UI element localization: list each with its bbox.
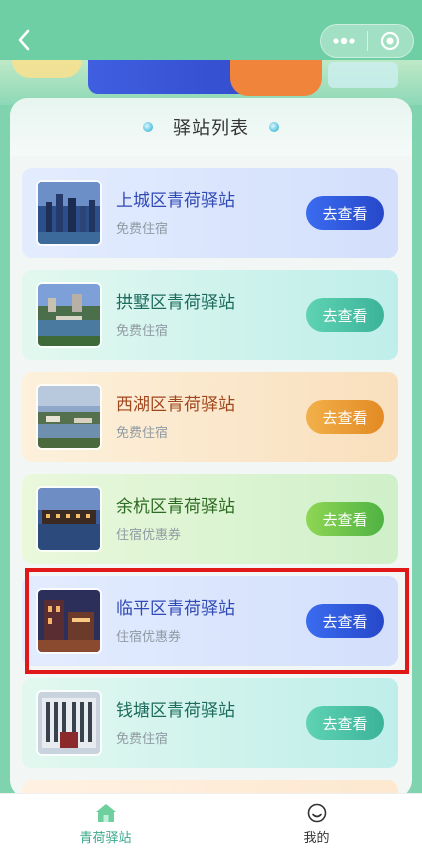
- station-info: 西湖区青荷驿站 免费住宿: [116, 394, 306, 441]
- chevron-left-icon: [18, 29, 30, 51]
- more-dots-icon: [333, 37, 355, 45]
- tab-label: 我的: [303, 831, 330, 846]
- banner-building-shape: [328, 62, 398, 88]
- station-photo: [36, 282, 102, 348]
- station-photo: [36, 588, 102, 654]
- station-name: 临平区青荷驿站: [116, 598, 235, 619]
- station-info: 拱墅区青荷驿站 免费住宿: [116, 292, 306, 339]
- station-name: 西湖区青荷驿站: [116, 394, 235, 415]
- list-item[interactable]: 西湖区青荷驿站 免费住宿 去查看: [22, 372, 398, 462]
- station-name: 钱塘区青荷驿站: [116, 700, 235, 721]
- list-item[interactable]: 余杭区青荷驿站 住宿优惠券 去查看: [22, 474, 398, 564]
- station-photo: [36, 384, 102, 450]
- tab-label: 青荷驿站: [79, 831, 132, 846]
- station-benefit: 免费住宿: [116, 425, 169, 441]
- list-item[interactable]: 上城区青荷驿站 免费住宿 去查看: [22, 168, 398, 258]
- view-button[interactable]: 去查看: [306, 400, 384, 434]
- station-photo: [36, 690, 102, 756]
- page-title: 驿站列表: [173, 118, 249, 139]
- view-button[interactable]: 去查看: [306, 706, 384, 740]
- station-info: 余杭区青荷驿站 住宿优惠券: [116, 496, 306, 543]
- tab-stations[interactable]: 青荷驿站: [0, 794, 211, 855]
- station-benefit: 免费住宿: [116, 221, 169, 237]
- station-name: 拱墅区青荷驿站: [116, 292, 235, 313]
- station-benefit: 住宿优惠券: [116, 527, 182, 543]
- station-photo: [36, 486, 102, 552]
- tab-mine[interactable]: 我的: [211, 794, 422, 855]
- station-info: 钱塘区青荷驿站 免费住宿: [116, 700, 306, 747]
- panel-header: 驿站列表: [10, 98, 412, 156]
- target-icon: [381, 31, 400, 51]
- list-item[interactable]: 临平区青荷驿站 住宿优惠券 去查看: [22, 576, 398, 666]
- bottom-tab-bar: 青荷驿站 我的: [0, 793, 422, 855]
- station-list: 上城区青荷驿站 免费住宿 去查看 拱墅区青荷驿站 免费住宿 去查看 西湖区青荷驿…: [10, 156, 412, 798]
- station-info: 临平区青荷驿站 住宿优惠券: [116, 598, 306, 645]
- back-button[interactable]: [10, 26, 38, 54]
- station-benefit: 免费住宿: [116, 323, 169, 339]
- view-button[interactable]: 去查看: [306, 604, 384, 638]
- view-button[interactable]: 去查看: [306, 298, 384, 332]
- more-button[interactable]: [321, 25, 367, 57]
- home-icon: [95, 804, 116, 822]
- view-button[interactable]: 去查看: [306, 196, 384, 230]
- banner-chair-shape: [230, 60, 322, 96]
- station-name: 上城区青荷驿站: [116, 190, 235, 211]
- bubble-icon: [143, 122, 153, 132]
- bubble-icon: [269, 122, 279, 132]
- station-benefit: 住宿优惠券: [116, 629, 182, 645]
- mini-program-capsule: [320, 24, 414, 58]
- station-photo: [36, 180, 102, 246]
- smile-icon: [307, 803, 326, 823]
- station-benefit: 免费住宿: [116, 731, 169, 747]
- view-button[interactable]: 去查看: [306, 502, 384, 536]
- list-item[interactable]: 钱塘区青荷驿站 免费住宿 去查看: [22, 678, 398, 768]
- banner-decoration: [12, 60, 82, 78]
- station-info: 上城区青荷驿站 免费住宿: [116, 190, 306, 237]
- station-name: 余杭区青荷驿站: [116, 496, 235, 517]
- station-list-panel: 驿站列表 上城区青荷驿站 免费住宿 去查看 拱墅区青荷驿站 免费住宿 去查看 西…: [10, 98, 412, 798]
- close-mini-program-button[interactable]: [368, 25, 414, 57]
- list-item[interactable]: 拱墅区青荷驿站 免费住宿 去查看: [22, 270, 398, 360]
